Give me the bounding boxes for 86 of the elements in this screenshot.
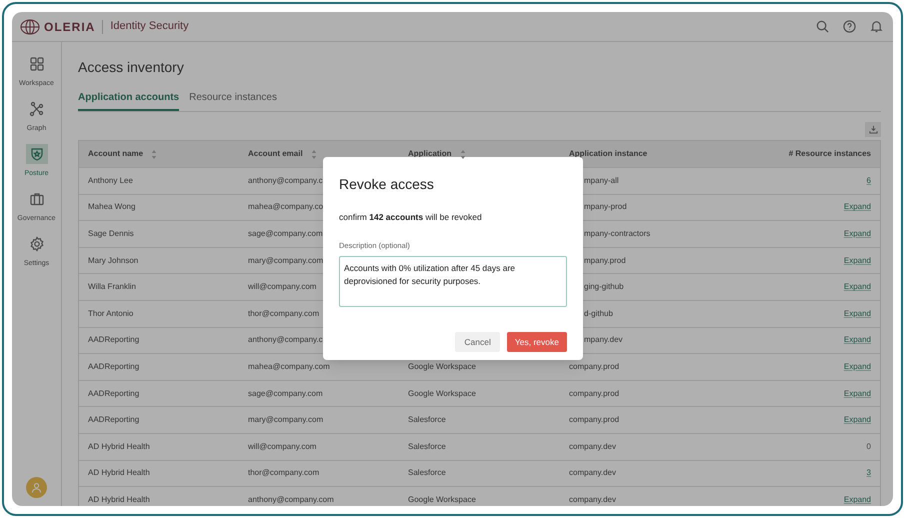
user-icon: [31, 482, 42, 493]
expand-link[interactable]: Expand: [844, 254, 871, 267]
table-cell: AADReporting: [88, 362, 140, 371]
expand-link[interactable]: Expand: [844, 334, 871, 346]
table-cell: company.dev: [569, 494, 616, 504]
bell-icon[interactable]: [870, 20, 883, 33]
shield-star-icon: [28, 146, 44, 162]
table-cell: company.prod: [569, 415, 620, 424]
table-cell: company.prod: [569, 362, 620, 371]
table-cell: mpany-contractors: [584, 228, 650, 238]
table-cell: Salesforce: [408, 442, 446, 451]
table-cell: AADReporting: [88, 415, 140, 424]
table-cell: AD Hybrid Health: [88, 468, 150, 478]
brand-logo: OLERIA: [44, 18, 96, 36]
expand-link[interactable]: Expand: [844, 281, 871, 294]
table-cell: AD Hybrid Health: [88, 442, 150, 451]
page-title: Access inventory: [78, 58, 185, 77]
dialog-title: Revoke access: [339, 175, 435, 194]
description-field[interactable]: Accounts with 0% utilization after 45 days are deprovisioned for security purposes.: [339, 256, 567, 307]
table-cell: ging-github: [584, 282, 624, 292]
download-icon: [868, 125, 878, 134]
expand-link[interactable]: Expand: [844, 388, 871, 400]
expand-link[interactable]: 3: [866, 467, 871, 480]
column-header: Application: [408, 148, 452, 160]
briefcase-icon: [28, 191, 44, 207]
settings-icon: [28, 236, 44, 252]
table-cell: will@company.com: [248, 282, 316, 292]
grid-icon: [28, 56, 44, 72]
table-cell: Thor Antonio: [88, 308, 134, 318]
confirm-button[interactable]: Yes, revoke: [506, 332, 567, 352]
table-cell: mpany.dev: [584, 335, 623, 344]
table-cell: Salesforce: [408, 468, 446, 478]
table-cell: mpany-all: [584, 176, 619, 185]
table-cell: Google Workspace: [408, 362, 476, 371]
expand-link[interactable]: Expand: [844, 360, 871, 373]
expand-link[interactable]: Expand: [844, 414, 871, 426]
expand-link[interactable]: Expand: [844, 228, 871, 240]
sort-icon[interactable]: [460, 150, 466, 158]
table-cell: sage@company.com: [248, 228, 323, 238]
expand-link[interactable]: Expand: [844, 308, 871, 320]
column-header: Account name: [88, 148, 144, 160]
table-cell: mpany-prod: [584, 202, 627, 212]
cancel-button[interactable]: Cancel: [455, 332, 500, 352]
expand-link[interactable]: Expand: [844, 494, 871, 506]
expand-link[interactable]: 6: [866, 174, 871, 187]
table-cell: Google Workspace: [408, 494, 476, 504]
table-cell: thor@company.com: [248, 468, 320, 478]
product-name: Identity Security: [110, 19, 189, 34]
column-header: Account email: [248, 148, 303, 160]
expand-link[interactable]: Expand: [844, 201, 871, 214]
table-cell: mahea@company.co: [248, 202, 324, 212]
table-cell: company.dev: [569, 468, 616, 478]
table-cell: anthony@company.c: [248, 176, 323, 185]
table-cell: anthony@company.com: [248, 494, 334, 504]
table-cell: mahea@company.com: [248, 362, 330, 371]
table-cell: Mary Johnson: [88, 256, 138, 265]
table-cell: Anthony Lee: [88, 176, 133, 185]
table-cell: Google Workspace: [408, 388, 476, 398]
table-cell: mary@company.com: [248, 256, 324, 265]
table-cell: AADReporting: [88, 335, 140, 344]
table-cell: Mahea Wong: [88, 202, 136, 212]
table-cell: AADReporting: [88, 388, 140, 398]
table-cell: thor@company.com: [248, 308, 320, 318]
table-cell: AD Hybrid Health: [88, 494, 150, 504]
confirm-message: confirm 142 accounts will be revoked: [339, 211, 483, 224]
table-cell: anthony@company.c: [248, 335, 323, 344]
table-cell: 0: [866, 440, 871, 453]
logo-icon: [20, 18, 40, 34]
table-cell: Salesforce: [408, 415, 446, 424]
search-icon[interactable]: [816, 20, 829, 33]
download-button[interactable]: [865, 122, 881, 137]
table-cell: mary@company.com: [248, 415, 324, 424]
table-cell: company.prod: [569, 388, 620, 398]
column-header: # Resource instances: [788, 148, 871, 160]
table-cell: d-github: [584, 308, 613, 318]
tab[interactable]: Resource instances: [189, 90, 277, 111]
network-icon: [28, 101, 44, 117]
table-cell: Sage Dennis: [88, 228, 134, 238]
column-header: Application instance: [569, 148, 648, 160]
table-cell: mpany.prod: [584, 256, 626, 265]
table-cell: company.dev: [569, 442, 616, 451]
tab[interactable]: Application accounts: [78, 90, 180, 111]
help-icon[interactable]: [843, 20, 856, 33]
table-cell: sage@company.com: [248, 388, 323, 398]
table-cell: will@company.com: [248, 442, 316, 451]
table-cell: Willa Franklin: [88, 282, 136, 292]
